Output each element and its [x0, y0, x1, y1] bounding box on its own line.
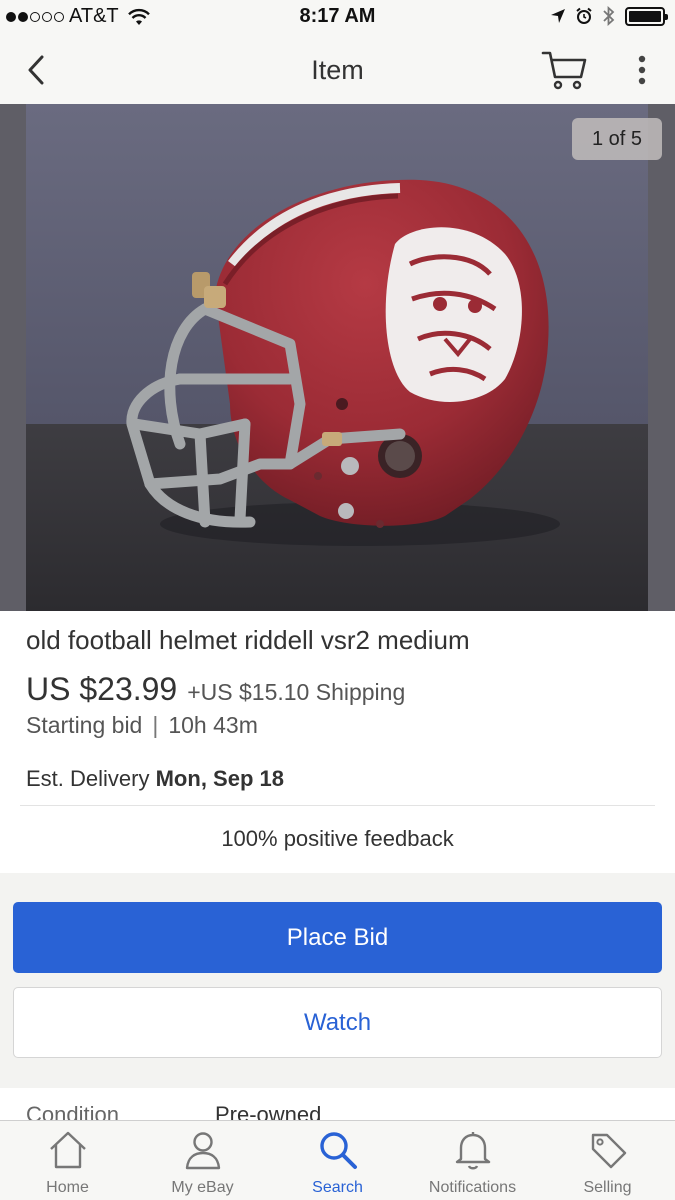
item-photo[interactable]: 1 of 5 [0, 104, 675, 611]
status-bar: AT&T 8:17 AM [0, 0, 675, 36]
tab-selling-label: Selling [583, 1179, 632, 1196]
tab-notifications[interactable]: Notifications [405, 1121, 540, 1200]
bid-separator: | [152, 712, 159, 738]
cart-icon [541, 51, 587, 90]
search-icon [320, 1132, 357, 1169]
user-icon [185, 1132, 221, 1170]
nav-bar: Item [0, 36, 675, 104]
watch-button[interactable]: Watch [13, 987, 662, 1058]
tab-search[interactable]: Search [270, 1121, 405, 1200]
home-icon [50, 1131, 86, 1169]
place-bid-button[interactable]: Place Bid [13, 902, 662, 973]
more-vertical-icon [638, 55, 646, 85]
delivery-date: Mon, Sep 18 [155, 766, 284, 791]
delivery-label: Est. Delivery [26, 766, 150, 791]
bluetooth-icon [603, 6, 615, 26]
status-right [550, 6, 668, 26]
tab-home[interactable]: Home [0, 1121, 135, 1200]
bid-type: Starting bid [26, 712, 143, 738]
bid-info: Starting bid | 10h 43m [26, 712, 258, 739]
location-arrow-icon [551, 9, 565, 23]
photo-counter-badge: 1 of 5 [572, 118, 662, 160]
helmet-image [0, 104, 675, 611]
battery-fill [629, 10, 661, 22]
tab-my-ebay-label: My eBay [171, 1179, 234, 1196]
summary-divider [20, 805, 655, 806]
tab-bar: Home My eBay Search Notifications Sellin… [0, 1120, 675, 1200]
shipping-cost: +US $15.10 Shipping [187, 679, 406, 705]
tag-icon [591, 1133, 627, 1169]
price-row: US $23.99 +US $15.10 Shipping [26, 671, 405, 708]
delivery-estimate: Est. Delivery Mon, Sep 18 [26, 766, 284, 792]
item-price: US $23.99 [26, 671, 178, 707]
more-options-button[interactable] [626, 50, 658, 90]
tab-notifications-label: Notifications [428, 1179, 517, 1196]
seller-feedback[interactable]: 100% positive feedback [0, 826, 675, 852]
bell-icon [455, 1132, 491, 1170]
tab-home-label: Home [46, 1179, 89, 1196]
tab-selling[interactable]: Selling [540, 1121, 675, 1200]
alarm-icon [576, 7, 592, 24]
item-summary: old football helmet riddell vsr2 medium … [0, 611, 675, 873]
tab-search-label: Search [312, 1179, 363, 1196]
tab-my-ebay[interactable]: My eBay [135, 1121, 270, 1200]
time-left: 10h 43m [168, 712, 258, 738]
cart-button[interactable] [540, 48, 588, 92]
battery-icon [625, 6, 668, 26]
item-title: old football helmet riddell vsr2 medium [26, 625, 470, 655]
